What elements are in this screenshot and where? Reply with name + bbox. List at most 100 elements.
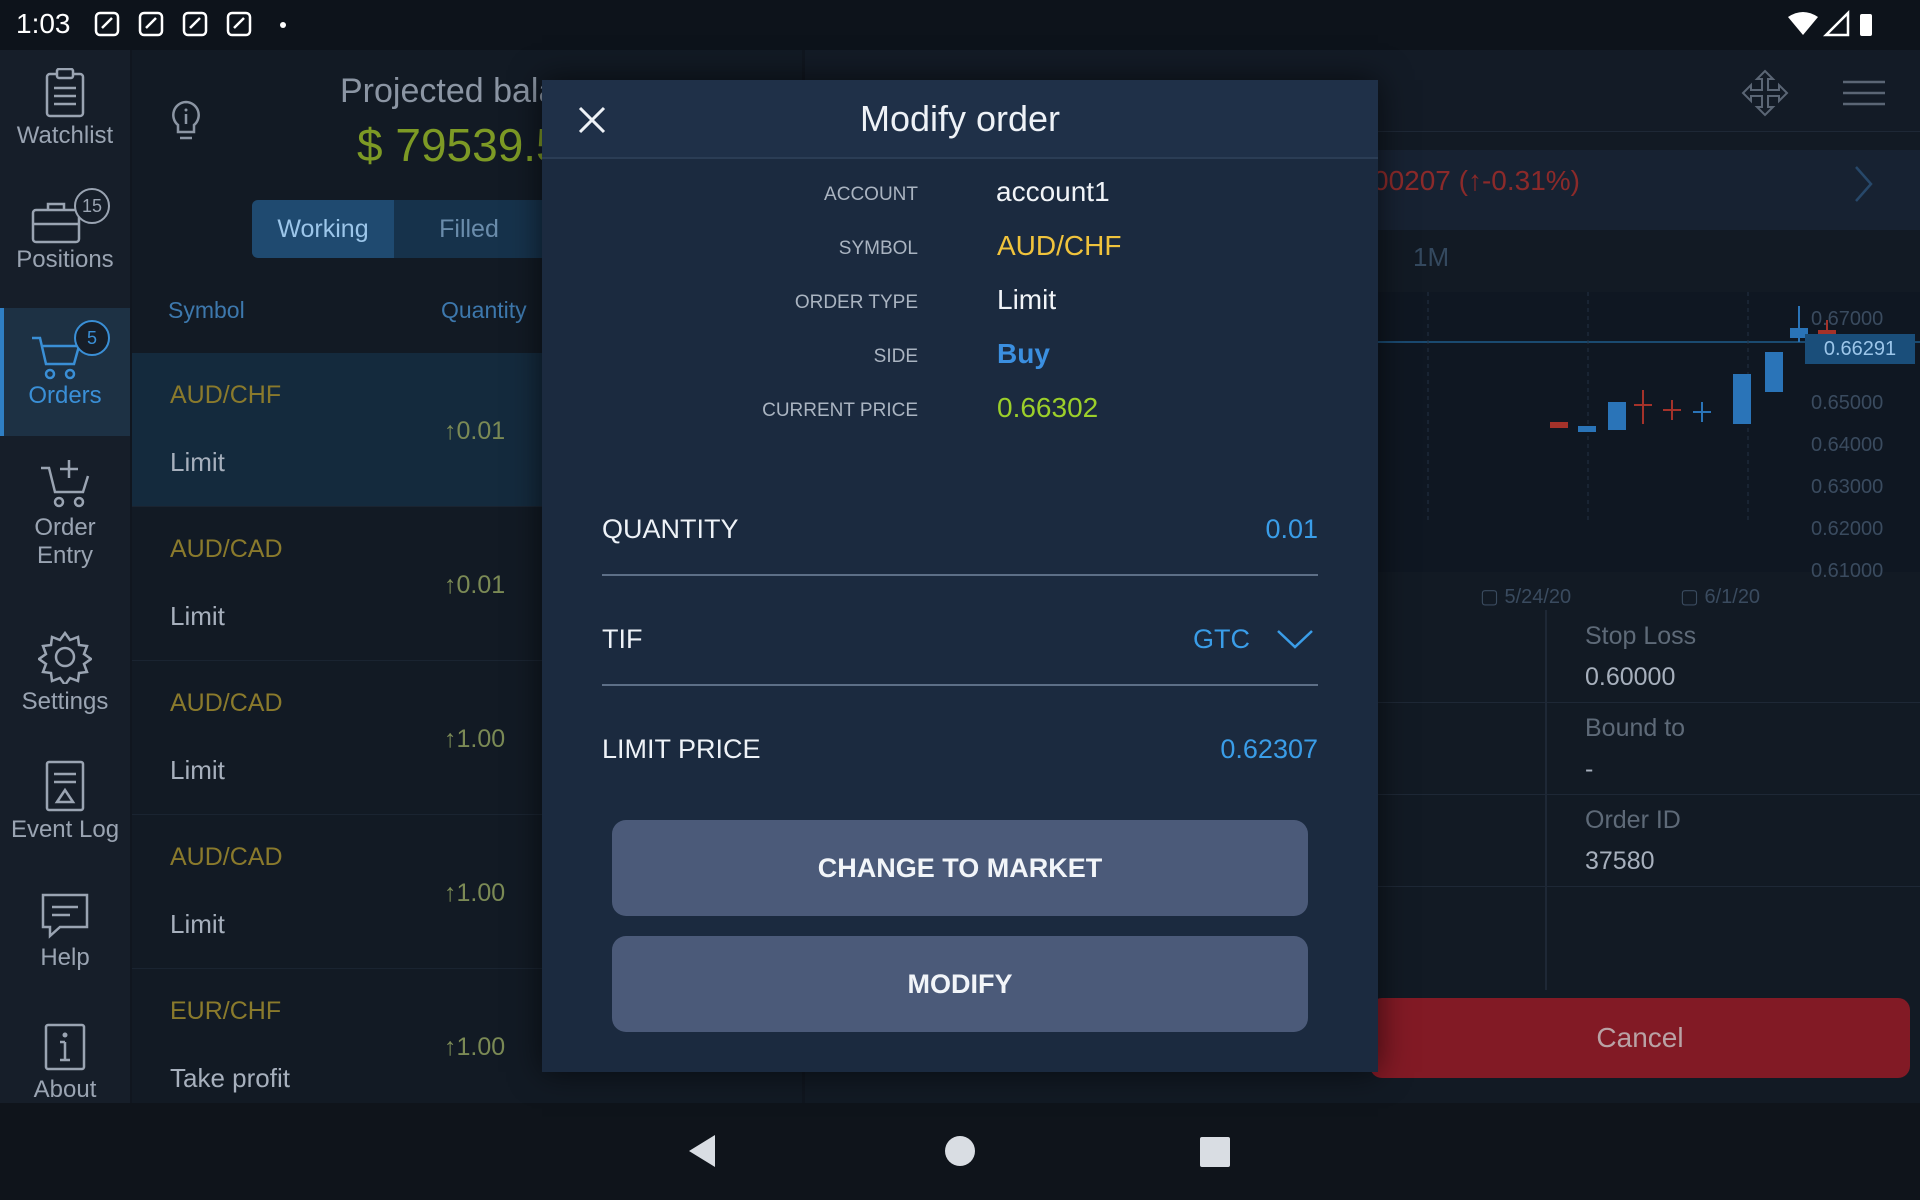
tab-working[interactable]: Working — [252, 200, 394, 258]
divider — [1350, 794, 1920, 795]
modify-order-dialog: Modify order ACCOUNT account1 SYMBOL AUD… — [542, 80, 1378, 1072]
stop-loss-info: Stop Loss 0.60000 — [1585, 622, 1696, 692]
order-symbol: AUD/CAD — [170, 843, 283, 871]
limit-price-value[interactable]: 0.62307 — [1220, 734, 1318, 765]
symbol-value: AUD/CHF — [997, 230, 1122, 261]
cancel-order-button[interactable]: Cancel — [1370, 998, 1910, 1078]
orders-count-badge: 5 — [74, 320, 110, 356]
field-underline — [602, 574, 1318, 576]
date-axis-label: ▢ 5/24/20 — [1480, 586, 1572, 608]
back-icon[interactable] — [687, 1133, 717, 1169]
sidebar-item-event-log[interactable]: Event Log — [0, 760, 130, 870]
date-axis-label: ▢ 6/1/20 — [1680, 586, 1761, 608]
limit-price-field[interactable]: LIMIT PRICE 0.62307 — [602, 706, 1318, 786]
current-price-marker: 0.66291 — [1805, 334, 1915, 364]
account-value: account1 — [996, 176, 1110, 207]
gear-icon — [38, 630, 92, 684]
chat-help-icon — [41, 893, 89, 939]
limit-price-label: LIMIT PRICE — [602, 734, 761, 764]
order-quantity-value: 0.01 — [456, 571, 506, 599]
date-axis-value: 6/1/20 — [1704, 586, 1761, 608]
sidebar-item-label: Orders — [28, 382, 102, 409]
order-quantity: ↑0.01 — [444, 417, 506, 445]
sidebar-item-settings[interactable]: Settings — [0, 630, 130, 740]
divider — [1350, 886, 1920, 887]
status-time: 1:03 — [16, 8, 71, 39]
order-id-label: Order ID — [1585, 806, 1681, 834]
price-axis-label: 0.62000 — [1811, 518, 1884, 540]
order-type: Take profit — [170, 1063, 290, 1093]
sidebar-item-order-entry[interactable]: Order Entry — [0, 458, 130, 618]
change-to-market-button[interactable]: CHANGE TO MARKET — [612, 820, 1308, 916]
projected-balance-label: Projected bala — [340, 72, 558, 110]
price-axis-label: 0.65000 — [1811, 392, 1884, 414]
column-header-symbol[interactable]: Symbol — [168, 297, 245, 324]
home-icon[interactable] — [944, 1135, 976, 1167]
detail-row-current-price: CURRENT PRICE 0.66302 — [542, 392, 1378, 432]
price-axis-label: 0.61000 — [1811, 560, 1884, 578]
order-quantity-value: 1.00 — [456, 725, 506, 753]
detail-row-side: SIDE Buy — [542, 338, 1378, 378]
stop-loss-value: 0.60000 — [1585, 663, 1676, 691]
detail-row-symbol: SYMBOL AUD/CHF — [542, 230, 1378, 270]
order-id-value: 37580 — [1585, 847, 1655, 875]
chevron-right-icon[interactable] — [1853, 164, 1875, 204]
price-axis-label: 0.64000 — [1811, 434, 1884, 456]
quantity-value[interactable]: 0.01 — [1265, 514, 1318, 545]
tif-label: TIF — [602, 624, 643, 654]
move-icon[interactable] — [1740, 68, 1790, 118]
order-quantity: ↑1.00 — [444, 1033, 506, 1061]
order-quantity: ↑0.01 — [444, 571, 506, 599]
info-icon — [44, 1023, 86, 1071]
sidebar-item-label: Event Log — [10, 816, 120, 843]
period-1m[interactable]: 1M — [1413, 242, 1449, 273]
divider — [1350, 702, 1920, 703]
order-symbol: AUD/CAD — [170, 689, 283, 717]
quantity-label: QUANTITY — [602, 514, 739, 544]
recents-icon[interactable] — [1200, 1137, 1230, 1167]
tif-value: GTC — [1193, 624, 1250, 654]
column-header-quantity[interactable]: Quantity — [441, 297, 527, 324]
symbol-label: SYMBOL — [838, 238, 918, 259]
tab-filled[interactable]: Filled — [394, 200, 544, 258]
tif-select[interactable]: TIF GTC — [602, 596, 1318, 686]
order-quantity: ↑1.00 — [444, 725, 506, 753]
quantity-field[interactable]: QUANTITY 0.01 — [602, 486, 1318, 576]
notification-icon — [138, 11, 164, 37]
sidebar-item-positions[interactable]: 15 Positions — [0, 188, 130, 308]
stop-loss-label: Stop Loss — [1585, 622, 1697, 650]
order-symbol: EUR/CHF — [170, 997, 282, 1025]
more-notifications-dot — [280, 22, 286, 28]
divider — [1545, 610, 1547, 990]
battery-icon — [1860, 14, 1872, 36]
order-quantity-value: 1.00 — [456, 1033, 506, 1061]
notification-icon — [182, 11, 208, 37]
bound-to-value: - — [1585, 755, 1594, 783]
order-quantity-value: 0.01 — [456, 417, 506, 445]
notification-icon — [94, 11, 120, 37]
status-bar: 1:03 — [0, 0, 1920, 50]
projected-balance-value: $ 79539.5 — [357, 119, 562, 171]
order-symbol: AUD/CHF — [170, 381, 282, 409]
order-type-value: Limit — [997, 284, 1057, 315]
order-symbol: AUD/CAD — [170, 535, 283, 563]
sidebar-item-help[interactable]: Help — [0, 892, 130, 1002]
dialog-title: Modify order — [859, 98, 1061, 139]
order-quantity-value: 1.00 — [456, 879, 506, 907]
sidebar-item-watchlist[interactable]: Watchlist — [0, 68, 130, 178]
bound-to-info: Bound to - — [1585, 714, 1685, 784]
wifi-icon — [1788, 12, 1818, 35]
notification-icon — [226, 11, 252, 37]
detail-row-order-type: ORDER TYPE Limit — [542, 284, 1378, 324]
sidebar-item-label: Help — [40, 944, 90, 971]
menu-icon[interactable] — [1843, 80, 1885, 106]
sidebar-item-orders[interactable]: 5 Orders — [0, 308, 130, 436]
sidebar-item-label: Positions — [16, 246, 114, 273]
chevron-down-icon[interactable] — [1276, 628, 1314, 650]
order-type: Limit — [170, 601, 225, 631]
sidebar-item-label: Order Entry — [34, 514, 96, 569]
lightbulb-icon[interactable] — [166, 98, 206, 146]
side-navigation: Watchlist 15 Positions 5 Orders Order En… — [0, 50, 130, 1103]
modify-button[interactable]: MODIFY — [612, 936, 1308, 1032]
signal-icon — [1822, 9, 1850, 37]
